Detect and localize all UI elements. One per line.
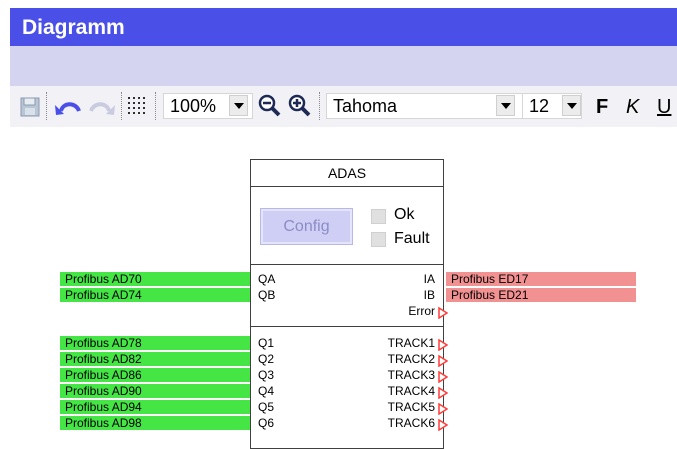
input-port[interactable]: QB xyxy=(258,288,275,303)
font-dropdown-button[interactable] xyxy=(496,95,515,116)
block-title: ADAS xyxy=(251,160,443,187)
zoom-in-icon[interactable] xyxy=(288,94,312,118)
input-port[interactable]: Q1 xyxy=(258,336,274,351)
output-port[interactable]: TRACK4 xyxy=(388,384,435,399)
font-size-value: 12 xyxy=(529,96,550,116)
track-output-arrow-icon xyxy=(438,355,448,367)
diagram-canvas[interactable]: Profibus AD70 Profibus AD74 Profibus AD7… xyxy=(0,127,677,449)
font-name-value: Tahoma xyxy=(333,96,398,116)
track-output-arrow-icon xyxy=(438,339,448,351)
error-output-arrow-icon xyxy=(438,307,448,319)
ok-indicator xyxy=(371,209,386,224)
grid-icon[interactable] xyxy=(127,96,149,118)
fault-indicator xyxy=(371,232,386,247)
output-port[interactable]: TRACK3 xyxy=(388,368,435,383)
input-signal[interactable]: Profibus AD70 xyxy=(60,272,250,287)
input-port[interactable]: Q3 xyxy=(258,368,274,383)
input-port[interactable]: Q4 xyxy=(258,384,274,399)
font-select[interactable]: Tahoma xyxy=(326,93,523,119)
input-port[interactable]: QA xyxy=(258,272,275,287)
chevron-down-icon xyxy=(233,102,244,109)
toolbar: 100% Tahoma 12 F K U xyxy=(10,86,677,127)
input-signal[interactable]: Profibus AD94 xyxy=(60,400,250,415)
input-signal[interactable]: Profibus AD74 xyxy=(60,288,250,303)
menu-band xyxy=(10,46,677,86)
italic-button[interactable]: K xyxy=(626,92,639,122)
output-signal[interactable]: Profibus ED21 xyxy=(446,288,636,303)
font-size-dropdown-button[interactable] xyxy=(562,95,581,116)
zoom-value: 100% xyxy=(170,96,217,116)
input-port[interactable]: Q2 xyxy=(258,352,274,367)
redo-icon[interactable] xyxy=(86,95,116,119)
output-port[interactable]: TRACK6 xyxy=(388,416,435,431)
input-signal[interactable]: Profibus AD90 xyxy=(60,384,250,399)
chevron-down-icon xyxy=(566,102,577,109)
input-signal[interactable]: Profibus AD98 xyxy=(60,416,250,431)
config-button[interactable]: Config xyxy=(260,208,353,245)
output-port[interactable]: TRACK1 xyxy=(388,336,435,351)
output-port[interactable]: IB xyxy=(424,288,435,303)
output-port[interactable]: TRACK2 xyxy=(388,352,435,367)
track-output-arrow-icon xyxy=(438,371,448,383)
track-output-arrow-icon xyxy=(438,403,448,415)
input-signal[interactable]: Profibus AD78 xyxy=(60,336,250,351)
adas-block[interactable]: ADAS Config Ok Fault QA QB Q1 Q2 Q3 Q4 Q… xyxy=(250,159,444,449)
input-signal[interactable]: Profibus AD82 xyxy=(60,352,250,367)
save-icon[interactable] xyxy=(20,97,40,117)
output-signal[interactable]: Profibus ED17 xyxy=(446,272,636,287)
track-output-arrow-icon xyxy=(438,419,448,431)
track-output-arrow-icon xyxy=(438,387,448,399)
zoom-dropdown-button[interactable] xyxy=(229,95,248,116)
input-signal[interactable]: Profibus AD86 xyxy=(60,368,250,383)
output-port[interactable]: TRACK5 xyxy=(388,400,435,415)
output-port[interactable]: IA xyxy=(424,272,435,287)
ok-label: Ok xyxy=(394,206,415,223)
undo-icon[interactable] xyxy=(54,95,84,119)
underline-button[interactable]: U xyxy=(657,92,671,122)
input-port[interactable]: Q5 xyxy=(258,400,274,415)
zoom-out-icon[interactable] xyxy=(258,94,282,118)
input-port[interactable]: Q6 xyxy=(258,416,274,431)
fault-label: Fault xyxy=(394,230,430,247)
window-title: Diagramm xyxy=(10,8,677,46)
bold-button[interactable]: F xyxy=(596,92,608,122)
output-port[interactable]: Error xyxy=(408,304,435,319)
chevron-down-icon xyxy=(500,102,511,109)
